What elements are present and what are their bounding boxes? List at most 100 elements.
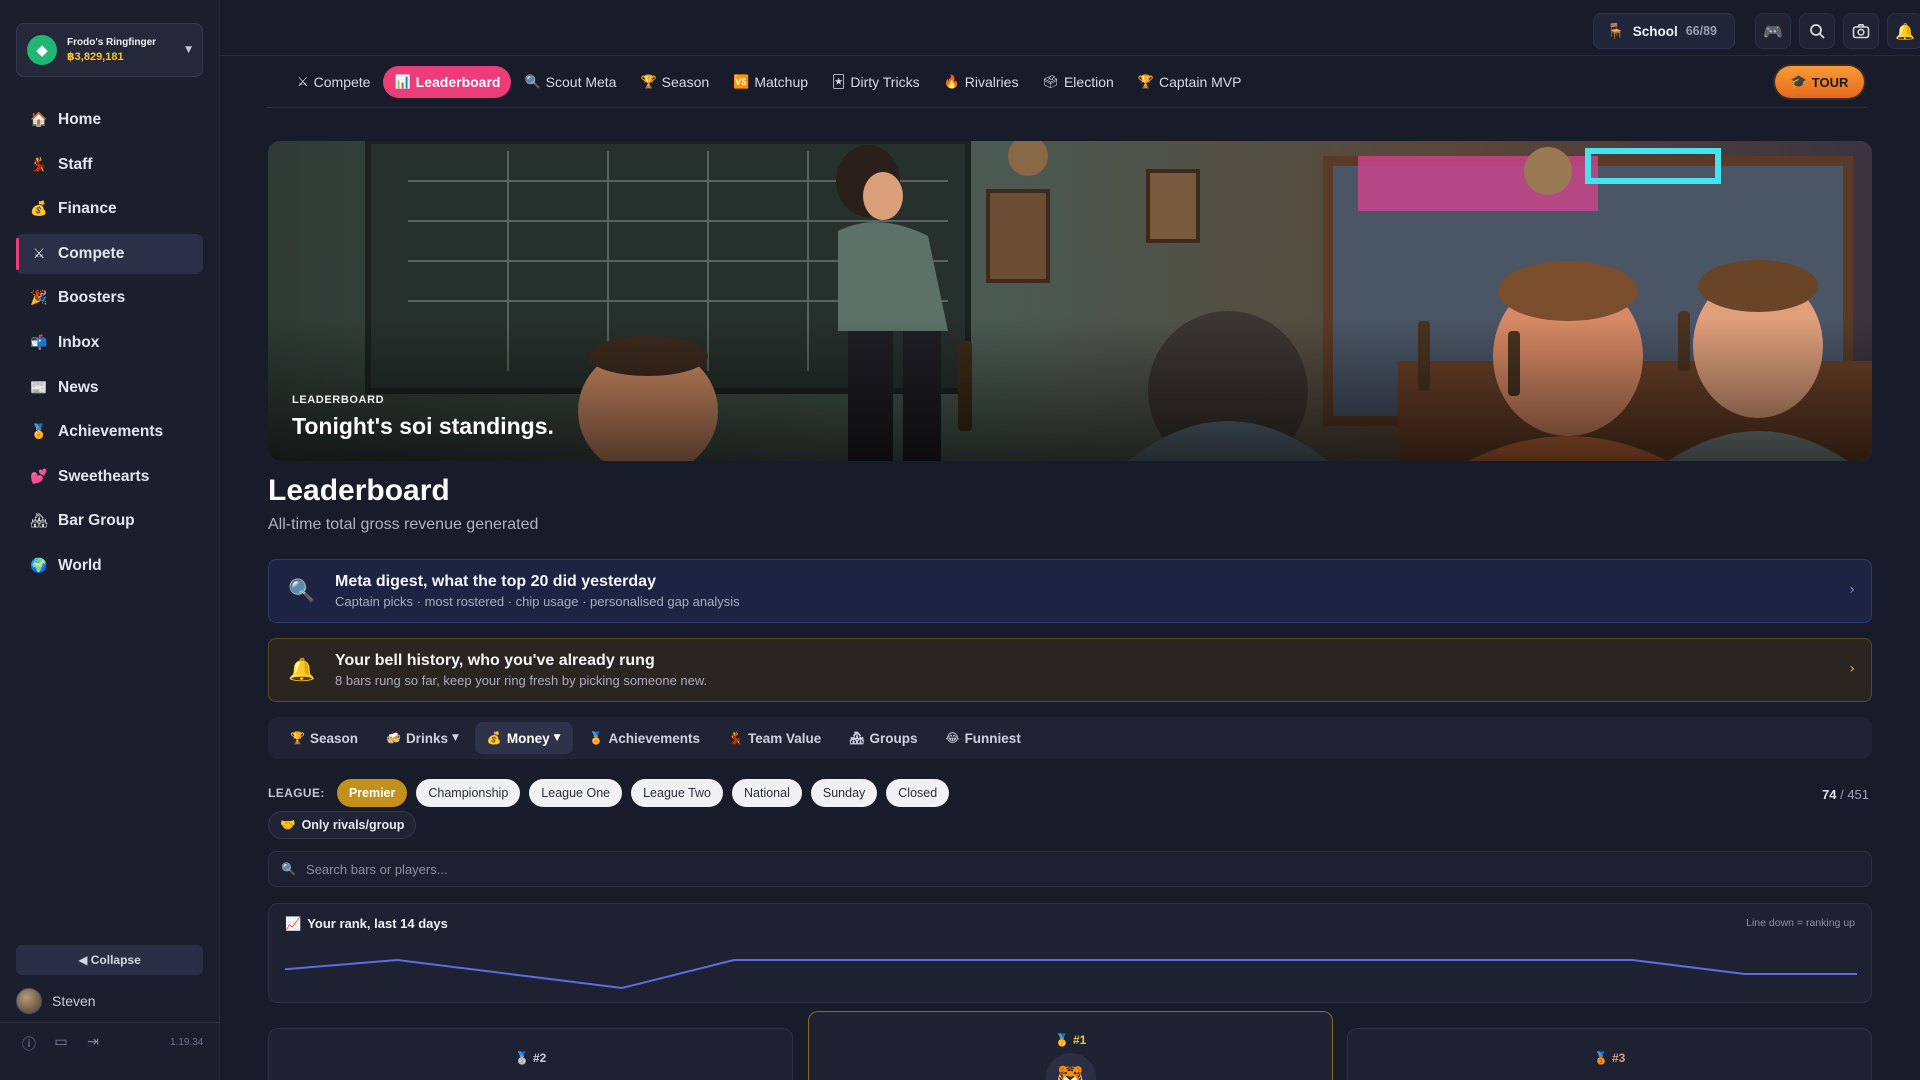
search-input[interactable] xyxy=(305,861,1871,877)
logout-icon[interactable]: ⇥ xyxy=(84,1034,102,1054)
sidebar-item-label: Sweethearts xyxy=(58,467,150,485)
gamepad-icon: 🎮 xyxy=(1763,21,1783,41)
league-chip-league-two[interactable]: League Two xyxy=(631,779,723,807)
season-icon: 🏆 xyxy=(640,74,657,90)
sidebar-item-finance[interactable]: 💰 Finance xyxy=(16,189,203,229)
tab-dirty-tricks[interactable]: 🃏 Dirty Tricks xyxy=(821,66,931,98)
finance-icon: 💰 xyxy=(30,201,48,218)
avatar xyxy=(16,988,42,1014)
gamepad-button[interactable]: 🎮 xyxy=(1755,13,1791,49)
notifications-button[interactable]: 🔔 xyxy=(1887,13,1920,49)
feedback-icon[interactable]: ▭ xyxy=(52,1034,70,1054)
sidebar-item-inbox[interactable]: 📬 Inbox xyxy=(16,323,203,363)
chevron-down-icon: ▼ xyxy=(185,45,192,55)
leaderboard-icon: 📊 xyxy=(394,74,411,90)
bar-group-icon: 🏘 xyxy=(30,513,48,530)
league-chip-premier[interactable]: Premier xyxy=(336,779,408,807)
tab-matchup[interactable]: 🆚 Matchup xyxy=(722,66,819,98)
sidebar-item-compete[interactable]: ⚔ Compete xyxy=(16,233,203,274)
medal-bronze-icon: 🥉 xyxy=(1593,1051,1609,1065)
league-chip-league-one[interactable]: League One xyxy=(529,779,623,807)
account-switcher[interactable]: ◆ Frodo's Ringfinger ฿3,829,181 ▼ xyxy=(16,23,203,77)
category-tab-label: Money xyxy=(506,730,550,746)
sidebar-item-news[interactable]: 📰 News xyxy=(16,368,203,408)
matchup-icon: 🆚 xyxy=(733,74,750,90)
podium-first[interactable]: 🥇 #1 🐯 xyxy=(808,1011,1333,1080)
user-profile[interactable]: Steven xyxy=(16,987,203,1015)
tab-label: Election xyxy=(1063,74,1114,90)
search-button[interactable] xyxy=(1799,13,1835,49)
tab-election[interactable]: 🗳 Election xyxy=(1031,66,1124,98)
graduation-cap-icon: 🎓 xyxy=(1790,74,1807,90)
category-tab-groups[interactable]: 🏘 Groups xyxy=(837,722,929,754)
world-icon: 🌍 xyxy=(30,557,48,574)
chevron-right-icon: › xyxy=(1849,582,1855,598)
sidebar-item-label: News xyxy=(58,378,99,396)
account-balance: ฿3,829,181 xyxy=(67,51,124,63)
help-icon[interactable]: ⓘ xyxy=(20,1034,38,1054)
school-button[interactable]: 🪑 School 66/89 xyxy=(1593,13,1735,49)
tab-compete[interactable]: ⚔ Compete xyxy=(286,66,381,98)
screenshot-button[interactable] xyxy=(1843,13,1879,49)
tiger-icon: 🐯 xyxy=(1056,1065,1085,1080)
league-chip-national[interactable]: National xyxy=(732,779,802,807)
sidebar-item-bar-group[interactable]: 🏘 Bar Group xyxy=(16,501,203,541)
only-rivals-toggle[interactable]: 🤝 Only rivals/group xyxy=(268,811,417,839)
chevron-down-icon: ▼ xyxy=(451,733,459,743)
hero-title: Tonight's soi standings. xyxy=(292,413,554,439)
sidebar-item-achievements[interactable]: 🏅 Achievements xyxy=(16,412,203,452)
compete-subnav: ⚔ Compete 📊 Leaderboard 🔍 Scout Meta 🏆 Season 🆚 M… xyxy=(266,66,1866,108)
league-label: LEAGUE: xyxy=(268,786,325,800)
category-tab-label: Funniest xyxy=(964,730,1021,746)
league-count-current: 74 xyxy=(1822,787,1837,802)
bell-history-banner[interactable]: 🔔 Your bell history, who you've already … xyxy=(268,638,1872,702)
category-tab-achievements[interactable]: 🏅 Achievements xyxy=(577,722,713,754)
bell-history-text: Your bell history, who you've already ru… xyxy=(335,652,707,688)
meta-digest-banner[interactable]: 🔍 Meta digest, what the top 20 did yeste… xyxy=(268,559,1872,623)
league-chip-closed[interactable]: Closed xyxy=(886,779,950,807)
league-chips: Premier Championship League One League Two N… xyxy=(336,779,958,807)
category-tab-season[interactable]: 🏆 Season xyxy=(278,722,370,754)
tab-label: Matchup xyxy=(754,74,809,90)
account-name: Frodo's Ringfinger xyxy=(67,37,157,48)
rank-line xyxy=(285,958,1857,990)
rank-history-card: 📈 Your rank, last 14 days Line down = ran… xyxy=(268,903,1872,1003)
inbox-icon: 📬 xyxy=(30,334,48,351)
tab-captain-mvp[interactable]: 🏆 Captain MVP xyxy=(1127,66,1253,98)
rank-history-title-row: 📈 Your rank, last 14 days xyxy=(285,916,448,932)
captain-mvp-icon: 🏆 xyxy=(1137,74,1154,90)
tour-button[interactable]: 🎓 TOUR xyxy=(1775,66,1864,98)
league-chip-sunday[interactable]: Sunday xyxy=(810,779,878,807)
sidebar: ◆ Frodo's Ringfinger ฿3,829,181 ▼ 🏠 Home 💃… xyxy=(0,0,220,1080)
search-icon: 🔍 xyxy=(281,862,296,876)
league-chip-championship[interactable]: Championship xyxy=(416,779,521,807)
sidebar-item-sweethearts[interactable]: 💕 Sweethearts xyxy=(16,457,203,497)
tab-season[interactable]: 🏆 Season xyxy=(629,66,720,98)
category-tab-money[interactable]: 💰 Money ▼ xyxy=(474,722,573,754)
meta-digest-subtitle: Captain picks · most rostered · chip usa… xyxy=(335,594,740,609)
category-tab-drinks[interactable]: 🍻 Drinks ▼ xyxy=(374,722,471,754)
collapse-sidebar-button[interactable]: ◀ Collapse xyxy=(16,945,203,975)
tab-label: Scout Meta xyxy=(545,74,617,90)
medal-silver-icon: 🥈 xyxy=(514,1051,530,1065)
podium-rank-label: #3 xyxy=(1611,1051,1626,1065)
sidebar-item-world[interactable]: 🌍 World xyxy=(16,546,203,586)
sidebar-nav: 🏠 Home 💃 Staff 💰 Finance ⚔ Compete 🎉 Boosters 📬 Inb… xyxy=(16,100,203,591)
podium-third[interactable]: 🥉 #3 xyxy=(1347,1028,1872,1080)
podium-rank: 🥇 #1 xyxy=(809,1033,1332,1047)
sidebar-item-staff[interactable]: 💃 Staff xyxy=(16,145,203,185)
sidebar-item-label: Home xyxy=(58,111,102,128)
category-tab-team-value[interactable]: 💃 Team Value xyxy=(716,722,833,754)
podium-rank-label: #2 xyxy=(532,1051,547,1065)
leaderboard-category-tabs: 🏆 Season 🍻 Drinks ▼ 💰 Money ▼ 🏅 Achievements 💃 Team… xyxy=(268,717,1872,759)
home-icon: 🏠 xyxy=(30,112,48,128)
category-tab-funniest[interactable]: 😂 Funniest xyxy=(934,722,1033,754)
tab-scout-meta[interactable]: 🔍 Scout Meta xyxy=(513,66,627,98)
tab-leaderboard[interactable]: 📊 Leaderboard xyxy=(383,66,512,98)
podium-second[interactable]: 🥈 #2 xyxy=(268,1028,793,1080)
sidebar-item-home[interactable]: 🏠 Home xyxy=(16,100,203,140)
sidebar-item-label: Compete xyxy=(58,244,125,262)
sidebar-item-boosters[interactable]: 🎉 Boosters xyxy=(16,278,203,318)
tab-rivalries[interactable]: 🔥 Rivalries xyxy=(933,66,1030,98)
meta-digest-text: Meta digest, what the top 20 did yesterd… xyxy=(335,573,740,609)
